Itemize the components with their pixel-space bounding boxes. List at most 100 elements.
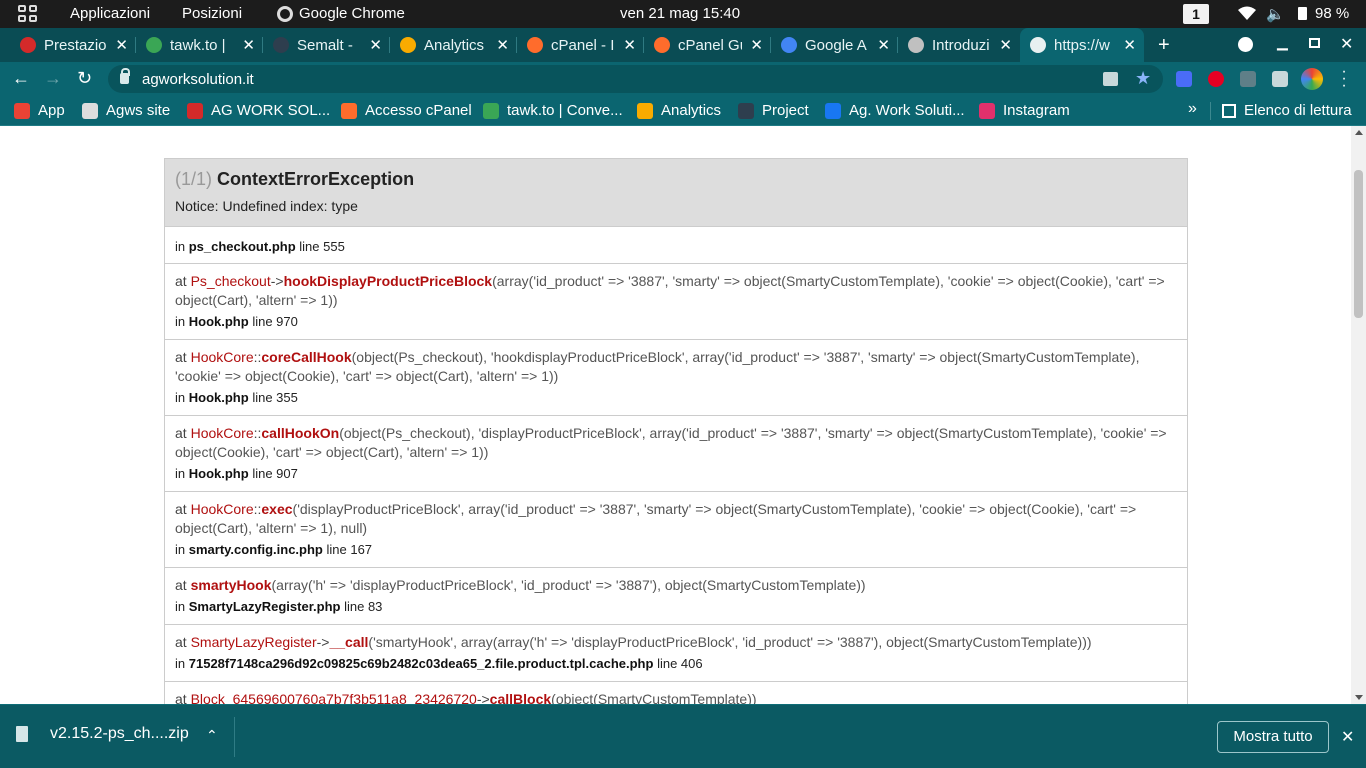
trace-function[interactable]: callHookOn (261, 425, 339, 441)
tab-search-icon[interactable] (1238, 37, 1253, 52)
battery-level[interactable]: 98 % (1315, 5, 1349, 22)
tab-6[interactable]: Google A ✕ (771, 28, 898, 62)
trace-line: line 970 (252, 314, 298, 329)
wifi-icon[interactable] (1238, 6, 1256, 20)
exception-panel: (1/1) ContextErrorException Notice: Unde… (164, 158, 1188, 704)
volume-icon[interactable]: 🔈 (1266, 5, 1285, 23)
download-item[interactable]: v2.15.2-ps_ch....zip (16, 725, 189, 743)
bookmark-agws-site[interactable]: Agws site (82, 102, 170, 119)
trace-file[interactable]: smarty.config.inc.php (189, 542, 323, 557)
trace-class[interactable]: HookCore (191, 349, 254, 365)
downloads-close-icon[interactable]: ✕ (1341, 727, 1354, 747)
zip-file-icon (16, 726, 28, 742)
address-bar[interactable]: agworksolution.it ★ (108, 65, 1163, 93)
tab-close-icon[interactable]: ✕ (496, 36, 509, 54)
workspace-indicator[interactable]: 1 (1183, 4, 1209, 24)
vertical-scrollbar[interactable] (1351, 126, 1366, 704)
tab-close-icon[interactable]: ✕ (999, 36, 1012, 54)
bookmark-label: Analytics (661, 102, 722, 119)
chrome-menu-icon[interactable]: · · · (1341, 64, 1347, 94)
trace-file[interactable]: 71528f7148ca296d92c09825c69b2482c03dea65… (189, 656, 654, 671)
trace-file[interactable]: Hook.php (189, 314, 249, 329)
clock[interactable]: ven 21 mag 15:40 (620, 5, 740, 22)
tab-4[interactable]: cPanel - I ✕ (517, 28, 644, 62)
tab-close-icon[interactable]: ✕ (1123, 36, 1136, 54)
bookmark-star-icon[interactable]: ★ (1135, 68, 1151, 89)
tab-close-icon[interactable]: ✕ (750, 36, 763, 54)
new-tab-button[interactable]: + (1158, 34, 1170, 57)
battery-icon[interactable] (1298, 7, 1307, 20)
scroll-up-arrow-icon[interactable] (1355, 130, 1363, 135)
trace-call: at HookCore::callHookOn(object(Ps_checko… (175, 424, 1177, 462)
analytics-icon (637, 102, 653, 119)
tab-3[interactable]: Analytics ✕ (390, 28, 517, 62)
translate-icon[interactable] (1103, 72, 1118, 86)
bookmarks-divider (1210, 102, 1211, 120)
tab-close-icon[interactable]: ✕ (877, 36, 890, 54)
url-text[interactable]: agworksolution.it (142, 71, 254, 88)
tab-close-icon[interactable]: ✕ (623, 36, 636, 54)
bookmark-tawk[interactable]: tawk.to | Conve... (483, 102, 623, 119)
tab-close-icon[interactable]: ✕ (115, 36, 128, 54)
trace-class[interactable]: SmartyLazyRegister (191, 634, 317, 650)
lock-icon[interactable] (120, 68, 130, 84)
trace-location: in smarty.config.inc.php line 167 (175, 540, 1177, 559)
positions-menu[interactable]: Posizioni (182, 5, 242, 22)
tab-0[interactable]: Prestazio ✕ (10, 28, 136, 62)
minimize-button[interactable]: ▁ (1277, 34, 1288, 51)
bookmark-accesso-cpanel[interactable]: Accesso cPanel (341, 102, 472, 119)
window-close-button[interactable]: ✕ (1340, 34, 1353, 54)
bookmark-ag-work-sol[interactable]: AG WORK SOL... (187, 102, 330, 119)
reading-list-button[interactable]: Elenco di lettura (1222, 102, 1352, 119)
bookmark-analytics[interactable]: Analytics (637, 102, 721, 119)
scroll-down-arrow-icon[interactable] (1355, 695, 1363, 700)
trace-file[interactable]: ps_checkout.php (189, 239, 296, 254)
trace-file[interactable]: SmartyLazyRegister.php (189, 599, 341, 614)
trace-at: at (175, 691, 187, 704)
browser-toolbar: ← → ↻ agworksolution.it ★ · · · (0, 62, 1366, 96)
trace-file[interactable]: Hook.php (189, 390, 249, 405)
trace-class[interactable]: Block_64569600760a7b7f3b511a8_23426720 (191, 691, 477, 704)
pinterest-icon[interactable] (1208, 71, 1224, 87)
forward-button[interactable]: → (44, 68, 62, 89)
trace-file[interactable]: Hook.php (189, 466, 249, 481)
bookmark-apps[interactable]: App (14, 102, 65, 119)
apps-grid-icon[interactable] (18, 5, 38, 23)
tab-close-icon[interactable]: ✕ (369, 36, 382, 54)
tab-7[interactable]: Introduzi ✕ (898, 28, 1020, 62)
scrollbar-thumb[interactable] (1354, 170, 1363, 318)
trace-class[interactable]: HookCore (191, 501, 254, 517)
exception-title: (1/1) ContextErrorException (175, 169, 1177, 190)
trace-function[interactable]: exec (261, 501, 292, 517)
profile-avatar[interactable] (1301, 68, 1323, 90)
bookmark-project[interactable]: Project (738, 102, 809, 119)
extension-icon[interactable] (1176, 71, 1192, 87)
maximize-button[interactable] (1309, 38, 1320, 48)
tab-label: tawk.to | (170, 36, 226, 54)
trace-function[interactable]: coreCallHook (261, 349, 351, 365)
tab-2[interactable]: Semalt - ✕ (263, 28, 390, 62)
applications-menu[interactable]: Applicazioni (70, 5, 150, 22)
bookmark-label: Project (762, 102, 809, 119)
active-app-name[interactable]: Google Chrome (299, 5, 405, 22)
code-extension-icon[interactable] (1240, 71, 1256, 87)
bookmark-ag-work-facebook[interactable]: Ag. Work Soluti... (825, 102, 965, 119)
system-top-bar: Applicazioni Posizioni Google Chrome ven… (0, 0, 1366, 28)
reload-button[interactable]: ↻ (77, 68, 92, 89)
puzzle-icon[interactable] (1272, 71, 1288, 87)
trace-function[interactable]: hookDisplayProductPriceBlock (284, 273, 493, 289)
tab-close-icon[interactable]: ✕ (242, 36, 255, 54)
back-button[interactable]: ← (12, 68, 30, 89)
more-bookmarks-chevron-icon[interactable]: » (1188, 100, 1197, 118)
show-all-button[interactable]: Mostra tutto (1217, 721, 1329, 753)
bookmark-instagram[interactable]: Instagram (979, 102, 1070, 119)
tab-1[interactable]: tawk.to | ✕ (136, 28, 263, 62)
trace-function[interactable]: __call (329, 634, 368, 650)
trace-function[interactable]: callBlock (490, 691, 551, 704)
chevron-up-icon[interactable]: ⌃ (206, 727, 218, 744)
trace-class[interactable]: HookCore (191, 425, 254, 441)
tab-8-active[interactable]: https://w ✕ (1020, 28, 1144, 62)
trace-function[interactable]: smartyHook (191, 577, 272, 593)
tab-5[interactable]: cPanel Gu ✕ (644, 28, 771, 62)
trace-class[interactable]: Ps_checkout (191, 273, 271, 289)
